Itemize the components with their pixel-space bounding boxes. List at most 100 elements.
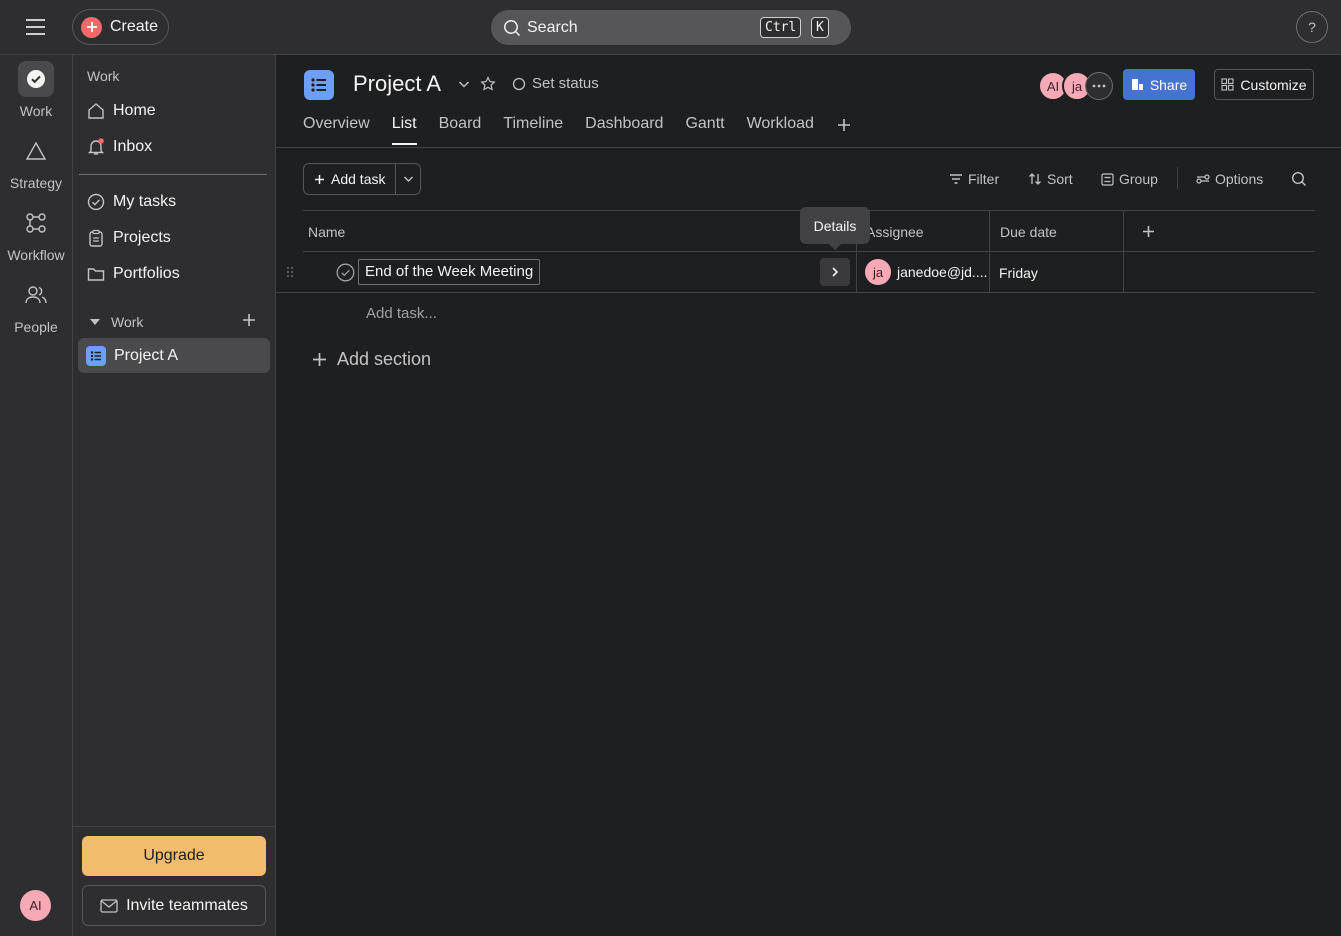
- column-header-due-date[interactable]: Due date: [1000, 224, 1057, 240]
- sidebar-item-projects[interactable]: Projects: [79, 221, 269, 255]
- add-task-label: Add task: [331, 171, 386, 187]
- main-content: Project A Set status AI ja Share Customi…: [276, 55, 1341, 936]
- set-status-button[interactable]: Set status: [512, 75, 599, 92]
- details-tooltip: Details: [800, 207, 870, 250]
- search-input[interactable]: Search Ctrl K: [491, 10, 851, 45]
- column-divider: [989, 252, 990, 292]
- triangle-icon: [18, 133, 54, 169]
- assignee-cell[interactable]: ja janedoe@jd....: [865, 259, 988, 285]
- add-section-button[interactable]: Add section: [312, 349, 431, 370]
- tab-dashboard[interactable]: Dashboard: [585, 115, 663, 145]
- column-divider: [1123, 252, 1124, 292]
- plus-icon: [312, 352, 327, 367]
- add-column-icon[interactable]: [1142, 225, 1155, 238]
- column-header-assignee[interactable]: Assignee: [866, 224, 924, 240]
- filter-button[interactable]: Filter: [949, 171, 999, 187]
- group-icon: [1101, 172, 1114, 186]
- details-button[interactable]: [820, 258, 850, 286]
- chevron-down-icon: [403, 176, 413, 182]
- plus-icon: [81, 16, 102, 38]
- mail-icon: [100, 898, 118, 913]
- task-name-field[interactable]: End of the Week Meeting: [358, 259, 541, 285]
- add-task-dropdown[interactable]: [396, 164, 420, 194]
- people-icon: [18, 277, 54, 313]
- column-divider: [989, 211, 990, 252]
- options-button[interactable]: Options: [1196, 171, 1263, 187]
- due-date-cell[interactable]: Friday: [999, 265, 1038, 281]
- workflow-icon: [18, 205, 54, 241]
- add-task-split-button: Add task: [303, 163, 422, 195]
- assignee-avatar: ja: [865, 259, 891, 285]
- bell-icon: [87, 138, 105, 156]
- add-project-icon[interactable]: [242, 313, 256, 327]
- sort-label: Sort: [1047, 171, 1073, 187]
- tab-timeline[interactable]: Timeline: [503, 115, 563, 145]
- more-members-icon[interactable]: [1085, 72, 1113, 100]
- customize-label: Customize: [1240, 76, 1307, 93]
- chevron-down-icon[interactable]: [458, 79, 470, 89]
- tab-overview[interactable]: Overview: [303, 115, 370, 145]
- sort-button[interactable]: Sort: [1028, 171, 1073, 187]
- create-label: Create: [110, 18, 159, 35]
- menu-icon[interactable]: [24, 16, 48, 38]
- tab-workload[interactable]: Workload: [747, 115, 814, 145]
- section-label: Work: [111, 314, 144, 330]
- tab-gantt[interactable]: Gantt: [685, 115, 724, 145]
- user-avatar[interactable]: AI: [20, 890, 51, 921]
- sidebar-item-project-a[interactable]: Project A: [78, 338, 270, 373]
- add-task-button[interactable]: Add task: [304, 164, 397, 194]
- column-header-name[interactable]: Name: [308, 224, 345, 240]
- sidebar-item-inbox[interactable]: Inbox: [79, 130, 269, 164]
- list-icon: [86, 345, 106, 366]
- group-label: Group: [1119, 171, 1158, 187]
- create-button[interactable]: Create: [72, 9, 169, 45]
- tab-list[interactable]: List: [391, 115, 417, 145]
- check-circle-icon: [18, 61, 54, 97]
- sidebar-item-home[interactable]: Home: [79, 94, 269, 128]
- sidebar-item-label: My tasks: [113, 193, 177, 210]
- header-divider: [276, 147, 1341, 148]
- folder-icon: [87, 265, 105, 283]
- sidebar-item-label: Inbox: [113, 138, 153, 155]
- set-status-label: Set status: [532, 75, 599, 92]
- chevron-right-icon: [832, 267, 839, 277]
- table-row[interactable]: End of the Week Meeting ja janedoe@jd...…: [276, 252, 1315, 293]
- sidebar: Work Home Inbox My tasks Projects Portfo…: [73, 55, 276, 936]
- sidebar-item-label: Project A: [114, 346, 179, 364]
- home-icon: [87, 102, 105, 120]
- plus-icon: [314, 174, 325, 185]
- drag-handle-icon[interactable]: [286, 266, 294, 278]
- customize-button[interactable]: Customize: [1214, 69, 1314, 100]
- rail-item-work[interactable]: Work: [0, 61, 72, 119]
- invite-teammates-button[interactable]: Invite teammates: [82, 885, 266, 926]
- add-tab-icon[interactable]: [836, 113, 852, 145]
- check-circle-icon: [87, 193, 105, 211]
- options-label: Options: [1215, 171, 1264, 187]
- add-task-inline[interactable]: Add task...: [366, 305, 437, 322]
- invite-label: Invite teammates: [126, 896, 248, 914]
- project-list-icon: [304, 70, 334, 100]
- help-button[interactable]: ?: [1296, 11, 1328, 43]
- star-icon[interactable]: [480, 76, 496, 92]
- sidebar-item-label: Home: [113, 102, 156, 119]
- project-tabs: Overview List Board Timeline Dashboard G…: [303, 115, 852, 145]
- group-button[interactable]: Group: [1101, 171, 1158, 187]
- sidebar-item-portfolios[interactable]: Portfolios: [79, 257, 269, 291]
- rail-item-people[interactable]: People: [0, 277, 72, 335]
- share-label: Share: [1149, 76, 1188, 93]
- rail-item-strategy[interactable]: Strategy: [0, 133, 72, 191]
- sidebar-item-my-tasks[interactable]: My tasks: [79, 185, 269, 219]
- rail-item-workflow[interactable]: Workflow: [0, 205, 72, 263]
- sidebar-section-work[interactable]: Work: [89, 314, 143, 330]
- rail-label: Work: [19, 103, 53, 119]
- search-icon[interactable]: [1291, 171, 1307, 187]
- column-divider: [856, 252, 857, 292]
- toolbar-separator: [1177, 167, 1178, 189]
- project-title[interactable]: Project A: [353, 71, 441, 97]
- upgrade-button[interactable]: Upgrade: [82, 836, 266, 876]
- shortcut-k-key: K: [811, 17, 829, 38]
- complete-task-checkbox[interactable]: [336, 263, 355, 282]
- tab-board[interactable]: Board: [439, 115, 482, 145]
- status-circle-icon: [512, 77, 526, 91]
- share-button[interactable]: Share: [1123, 69, 1195, 100]
